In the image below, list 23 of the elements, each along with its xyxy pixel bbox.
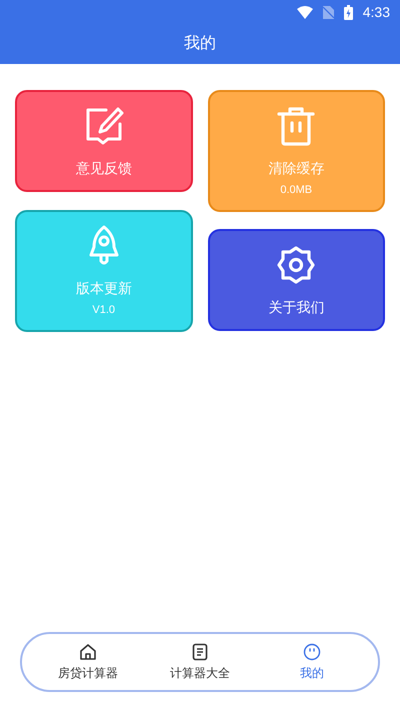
edit-icon <box>84 106 124 146</box>
home-icon <box>79 642 97 660</box>
face-icon <box>303 642 321 660</box>
card-subtitle: V1.0 <box>92 303 116 317</box>
trash-icon <box>277 106 316 146</box>
card-subtitle: 0.0MB <box>280 183 312 197</box>
card-title: 版本更新 <box>76 279 132 297</box>
card-title: 清除缓存 <box>268 159 324 177</box>
document-icon <box>192 642 208 660</box>
rocket-icon <box>88 225 119 267</box>
gear-icon <box>277 246 316 284</box>
status-time: 4:33 <box>362 2 390 22</box>
menu-card[interactable]: 意见反馈 <box>15 90 192 192</box>
menu-card[interactable]: 关于我们 <box>208 229 385 331</box>
nav-tab[interactable]: 房贷计算器 <box>38 642 138 682</box>
no-sim-icon <box>322 6 334 18</box>
nav-tab[interactable]: 我的 <box>262 642 362 682</box>
wifi-icon <box>296 6 313 18</box>
page-title: 我的 <box>184 34 216 54</box>
card-title: 意见反馈 <box>76 159 132 177</box>
battery-icon <box>344 4 353 20</box>
card-title: 关于我们 <box>268 298 324 316</box>
nav-tab[interactable]: 计算器大全 <box>150 642 250 682</box>
